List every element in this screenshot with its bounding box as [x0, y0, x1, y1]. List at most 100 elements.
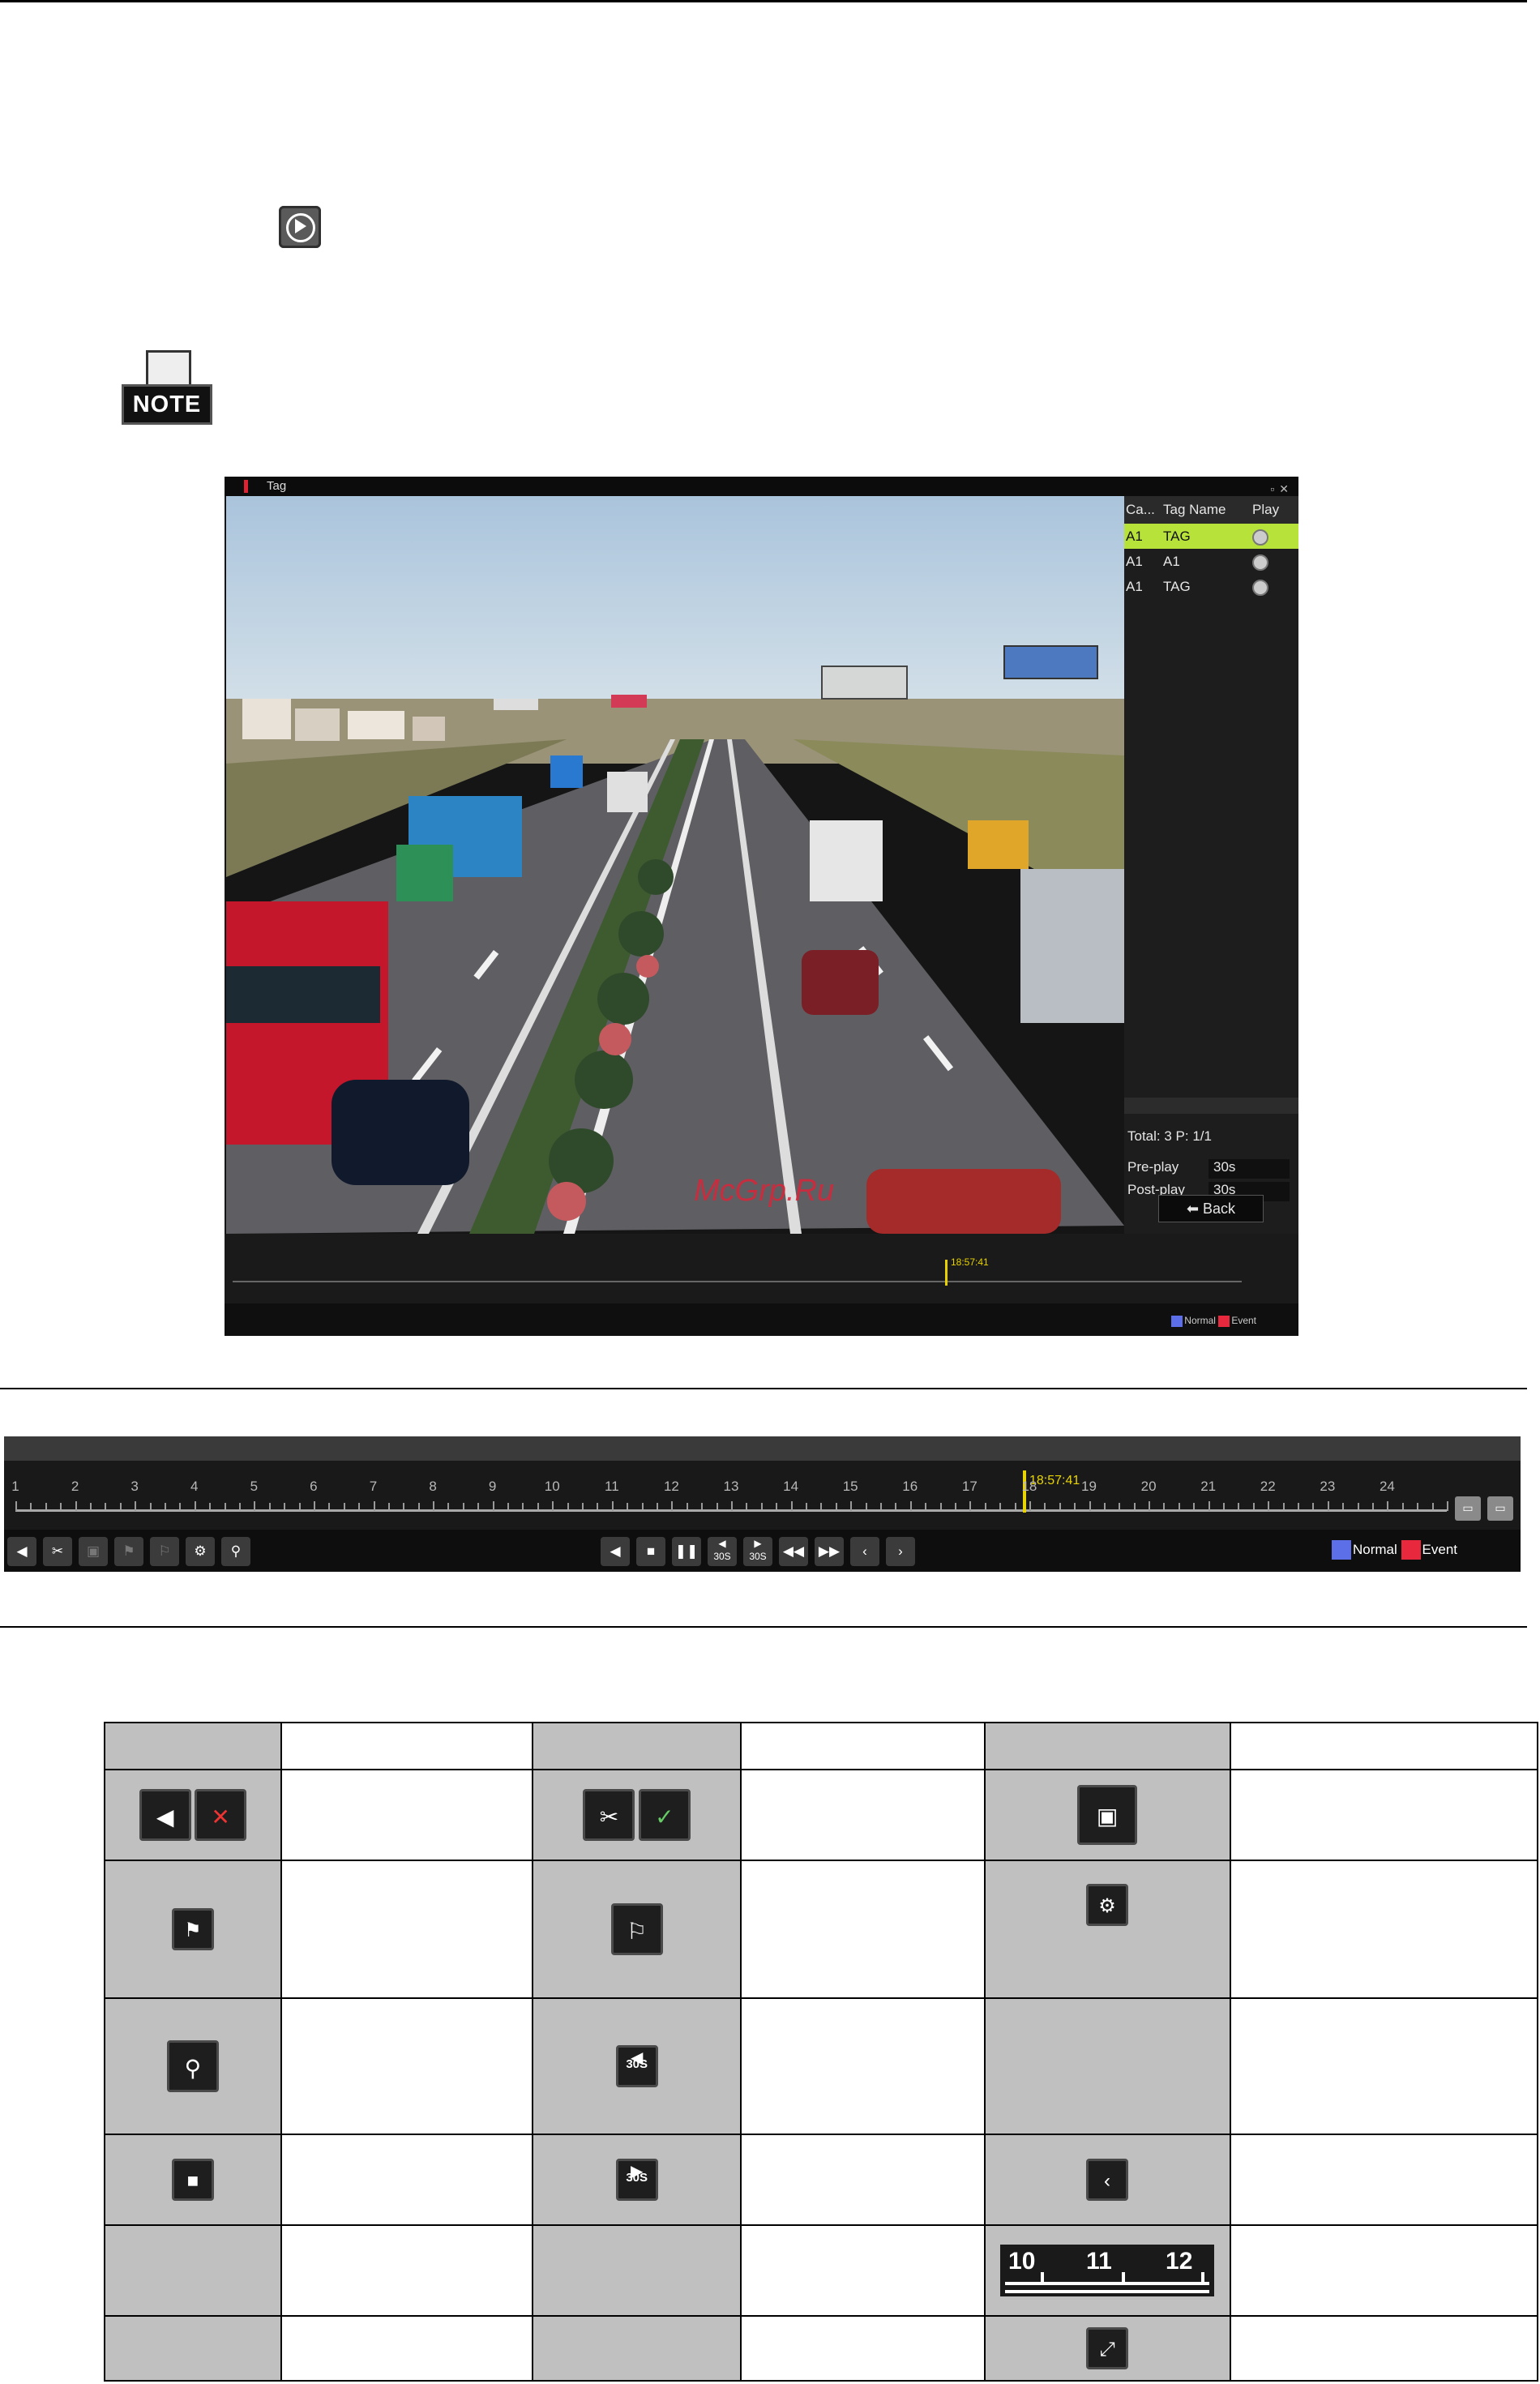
chevron-left-icon: ‹: [1086, 2159, 1129, 2201]
scale-tick: [343, 1503, 345, 1509]
time-scale-icon: 10 11 12: [1000, 2245, 1215, 2296]
previous-day-button[interactable]: ‹: [850, 1537, 879, 1566]
page-nav-bar[interactable]: [1124, 1098, 1298, 1114]
hour-label: 21: [1200, 1479, 1217, 1494]
scale-tick: [313, 1501, 315, 1511]
scale-tick: [984, 1503, 986, 1509]
scale-tick: [1342, 1503, 1345, 1509]
start-clipping-icon: ✂: [583, 1789, 635, 1841]
speed-down-button[interactable]: ◀◀: [779, 1537, 808, 1566]
scale-tick: [716, 1503, 718, 1509]
forward-30s-icon: ▶ 30S: [615, 2159, 658, 2201]
forward-30s-label: 30S: [626, 2171, 648, 2185]
hour-label: 22: [1260, 1479, 1276, 1494]
scale-tick: [1119, 1503, 1121, 1509]
mini-legend-normal: Normal: [1184, 1315, 1216, 1326]
scale-tick: [835, 1503, 837, 1509]
play-tag-icon[interactable]: [1252, 580, 1268, 596]
scale-tick: [1074, 1503, 1076, 1509]
rule-above-control-bar: [0, 1388, 1527, 1389]
scale-tick: [776, 1503, 778, 1509]
scale-tick: [1133, 1503, 1136, 1509]
table-header-row: [104, 1722, 1539, 1770]
hour-label: 23: [1320, 1479, 1336, 1494]
play-tag-icon[interactable]: [1252, 554, 1268, 571]
zoom-out-timeline-button[interactable]: ▭: [1487, 1496, 1513, 1521]
mini-legend-event: Event: [1231, 1315, 1256, 1326]
hour-label: 1: [11, 1479, 19, 1494]
preplay-row: Pre-play 30s: [1127, 1159, 1294, 1179]
table-row: ◀ ✕ ✂ ✓ ▣: [104, 1769, 1539, 1861]
rewind-30s-label: 30S: [626, 2057, 648, 2071]
zoom-in-timeline-button[interactable]: ▭: [1455, 1496, 1481, 1521]
control-bar-header: [4, 1436, 1521, 1461]
scale-tick: [939, 1503, 942, 1509]
scale-tick: [30, 1503, 32, 1509]
scale-tick: [686, 1503, 688, 1509]
watermark: McGrp.Ru: [694, 1174, 835, 1208]
play-tag-icon[interactable]: [1252, 529, 1268, 546]
add-default-tag-button[interactable]: ⚑: [114, 1537, 143, 1566]
scale-tick: [1401, 1503, 1404, 1509]
legend-event: Event: [1422, 1542, 1458, 1557]
scale-tick: [149, 1503, 152, 1509]
clip-button[interactable]: ✂: [43, 1537, 72, 1566]
scale-tick: [552, 1501, 554, 1511]
scale-tick: [790, 1501, 793, 1511]
mini-timeline[interactable]: 18:57:41 Normal Event: [225, 1234, 1298, 1336]
scale-tick: [567, 1503, 569, 1509]
scale-tick: [1431, 1503, 1434, 1509]
reverse-play-button[interactable]: ◀: [601, 1537, 630, 1566]
mini-timeline-cursor[interactable]: [945, 1260, 948, 1286]
back-button[interactable]: ⬅ Back: [1158, 1195, 1264, 1222]
scale-tick: [238, 1503, 241, 1509]
tag-row[interactable]: A1 A1: [1124, 549, 1298, 574]
gear-icon: ⚙: [194, 1543, 207, 1559]
scale-label: 12: [1166, 2248, 1193, 2275]
audio-on-button[interactable]: ◀: [7, 1537, 36, 1566]
hour-label: 12: [663, 1479, 679, 1494]
scale-tick: [1089, 1501, 1091, 1511]
rewind-30s-button[interactable]: ◀ 30S: [708, 1537, 737, 1566]
scale-tick: [1029, 1501, 1031, 1511]
scale-tick: [597, 1503, 599, 1509]
scale-tick: [879, 1503, 882, 1509]
tag-row[interactable]: A1 TAG: [1124, 574, 1298, 599]
speed-up-button[interactable]: ▶▶: [815, 1537, 844, 1566]
hour-label: 8: [429, 1479, 437, 1494]
save-clips-button[interactable]: ▣: [79, 1537, 108, 1566]
mini-timeline-axis: [233, 1281, 1242, 1282]
scale-tick: [1417, 1503, 1419, 1509]
scale-tick: [895, 1503, 897, 1509]
next-day-button[interactable]: ›: [886, 1537, 915, 1566]
legend-normal: Normal: [1353, 1542, 1397, 1557]
digital-zoom-icon: ⚲: [166, 2040, 219, 2092]
stop-icon: ■: [646, 1543, 656, 1559]
digital-zoom-button[interactable]: ⚲: [221, 1537, 250, 1566]
time-scale[interactable]: [4, 1461, 1521, 1530]
scale-tick: [1387, 1501, 1389, 1511]
back-arrow-icon: ⬅: [1186, 1201, 1204, 1217]
forward-30s-button[interactable]: ▶ 30S: [743, 1537, 772, 1566]
add-default-tag-icon: ⚑: [171, 1908, 214, 1950]
table-row: ⚑ ⚐ ⚙: [104, 1860, 1539, 1999]
scale-tick: [1268, 1501, 1270, 1511]
scale-tick: [1372, 1503, 1375, 1509]
tag-management-button[interactable]: ⚙: [186, 1537, 215, 1566]
hour-label: 7: [369, 1479, 378, 1494]
preplay-select[interactable]: 30s: [1208, 1159, 1290, 1179]
tag-row[interactable]: A1 TAG: [1124, 524, 1298, 549]
scale-tick: [447, 1503, 450, 1509]
stop-button[interactable]: ■: [636, 1537, 665, 1566]
pause-button[interactable]: ❚❚: [672, 1537, 701, 1566]
mute-icon: ✕: [195, 1789, 247, 1841]
audio-on-icon: ◀: [139, 1789, 191, 1841]
rewind-30s-icon: ◀ 30S: [615, 2045, 658, 2087]
mini-control-bar: [225, 1303, 1298, 1336]
zoom-icon: ⚲: [230, 1543, 242, 1559]
scale-tick: [179, 1503, 182, 1509]
add-custom-tag-button[interactable]: ⚐: [150, 1537, 179, 1566]
tag-camera: A1: [1126, 554, 1143, 569]
scale-tick: [1014, 1503, 1016, 1509]
hour-label: 3: [130, 1479, 139, 1494]
